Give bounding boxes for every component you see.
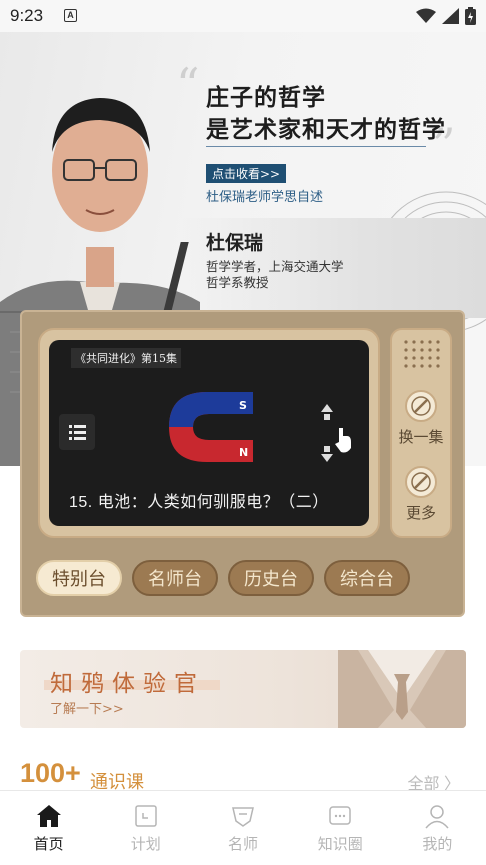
profile-icon — [425, 805, 449, 829]
suit-illustration — [338, 650, 466, 728]
nav-knowledge-circle[interactable]: 知识圈 — [292, 791, 389, 865]
quote-open-icon: “ — [176, 58, 200, 112]
list-icon — [69, 425, 86, 440]
tv-screen-frame: 《共同进化》第15集 S N 15. 电池：人类如何驯服电？（二） — [38, 328, 380, 538]
tab-famous-teachers[interactable]: 名师台 — [132, 560, 218, 596]
magnet-illustration: S N — [169, 392, 253, 462]
teacher-icon — [232, 807, 254, 827]
nav-teachers-label: 名师 — [228, 835, 259, 853]
nav-home-label: 首页 — [33, 835, 64, 853]
tab-history[interactable]: 历史台 — [228, 560, 314, 596]
nav-plan[interactable]: 计划 — [97, 791, 194, 865]
nav-profile-label: 我的 — [422, 835, 453, 853]
experience-officer-banner[interactable]: 知鸦体验官 了解一下>> — [20, 650, 466, 728]
more-knob[interactable] — [405, 466, 437, 498]
speaker-grille-icon — [404, 340, 440, 368]
more-label[interactable]: 更多 — [392, 502, 450, 523]
switch-episode-knob[interactable] — [405, 390, 437, 422]
home-icon — [36, 805, 61, 827]
hero-title-line1: 庄子的哲学 — [206, 84, 326, 111]
swipe-hint-icon — [321, 404, 351, 462]
tab-general[interactable]: 综合台 — [324, 560, 410, 596]
episode-title: 15. 电池：人类如何驯服电？（二） — [69, 494, 329, 511]
nav-plan-label: 计划 — [130, 835, 161, 853]
watch-button[interactable]: 点击收看>> — [206, 164, 287, 183]
hero-divider — [206, 146, 426, 147]
system-icons — [416, 7, 476, 25]
hero-title-line2: 是艺术家和天才的哲学 — [206, 116, 446, 143]
calendar-icon — [135, 805, 157, 827]
playlist-button[interactable] — [59, 414, 95, 450]
signal-icon — [442, 8, 459, 24]
wifi-icon — [416, 8, 436, 23]
status-bar: 9:23 A — [0, 0, 486, 32]
switch-episode-label[interactable]: 换一集 — [392, 426, 450, 447]
nav-profile[interactable]: 我的 — [389, 791, 486, 865]
nav-teachers[interactable]: 名师 — [194, 791, 291, 865]
channel-tabs: 特别台 名师台 历史台 综合台 — [36, 560, 410, 596]
circle-chat-icon — [329, 806, 351, 825]
status-time: 9:23 — [10, 6, 44, 25]
tv-control-panel: 换一集 更多 — [390, 328, 452, 538]
knob-icon — [411, 472, 431, 492]
tv-screen[interactable]: 《共同进化》第15集 S N 15. 电池：人类如何驯服电？（二） — [49, 340, 369, 526]
nav-home[interactable]: 首页 — [0, 791, 97, 865]
course-section-header: 100+ 通识课 全部 〉 — [20, 758, 466, 793]
svg-text:S: S — [239, 399, 247, 412]
notification-icon: A — [64, 9, 77, 22]
teacher-desc-line2: 哲学系教授 — [206, 275, 269, 290]
promo-link[interactable]: 了解一下>> — [50, 698, 124, 717]
teacher-name: 杜保瑞 — [206, 232, 264, 254]
hero-subtitle: 杜保瑞老师学思自述 — [206, 190, 324, 205]
tv-player: 《共同进化》第15集 S N 15. 电池：人类如何驯服电？（二） 换一集 更多… — [20, 310, 465, 617]
knob-icon — [411, 396, 431, 416]
promo-title: 知鸦体验官 — [50, 671, 205, 697]
episode-tag: 《共同进化》第15集 — [71, 348, 181, 368]
svg-text:N: N — [239, 446, 248, 459]
nav-knowledge-circle-label: 知识圈 — [317, 835, 363, 853]
tab-special[interactable]: 特别台 — [36, 560, 122, 596]
course-count: 100+ — [20, 758, 81, 788]
battery-icon — [465, 7, 476, 25]
bottom-navigation: 首页 计划 名师 知识圈 我的 — [0, 790, 486, 865]
